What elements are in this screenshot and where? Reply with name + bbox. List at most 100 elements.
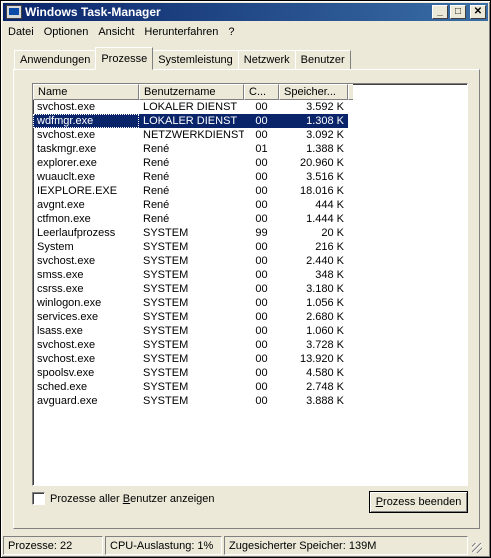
- process-name: explorer.exe: [37, 157, 97, 169]
- process-memory: 1.388 K: [306, 143, 344, 155]
- process-cpu: 00: [255, 311, 268, 323]
- process-cpu: 00: [255, 367, 268, 379]
- process-row[interactable]: services.exe SYSTEM 00 2.680 K: [33, 310, 467, 324]
- menu-help[interactable]: ?: [223, 26, 239, 38]
- status-cpu-usage: CPU-Auslastung: 1%: [105, 536, 222, 555]
- process-row[interactable]: smss.exe SYSTEM 00 348 K: [33, 268, 467, 282]
- column-header-cpu[interactable]: C...: [244, 84, 279, 100]
- tab-benutzer[interactable]: Benutzer: [294, 50, 351, 70]
- process-rows: svchost.exe LOKALER DIENST 00 3.592 Kwdfmgr…: [33, 100, 467, 408]
- process-row[interactable]: avguard.exe SYSTEM 00 3.888 K: [33, 394, 467, 408]
- process-name: spoolsv.exe: [37, 367, 95, 379]
- process-row[interactable]: avgnt.exe René 00 444 K: [33, 198, 467, 212]
- process-name: taskmgr.exe: [37, 143, 97, 155]
- menu-datei[interactable]: Datei: [3, 26, 39, 38]
- tab-netzwerk[interactable]: Netzwerk: [237, 50, 296, 70]
- end-process-button[interactable]: Prozess beenden: [369, 491, 468, 513]
- tab-systemleistung[interactable]: Systemleistung: [152, 50, 239, 70]
- process-cpu: 00: [255, 241, 268, 253]
- process-cpu: 00: [244, 114, 279, 128]
- process-name: smss.exe: [37, 269, 84, 281]
- window-title: Windows Task-Manager: [25, 5, 161, 19]
- show-all-users-label[interactable]: Prozesse aller Benutzer anzeigen: [50, 493, 215, 505]
- process-user: SYSTEM: [143, 283, 189, 295]
- process-cpu: 00: [255, 381, 268, 393]
- process-cpu: 00: [255, 157, 268, 169]
- process-list[interactable]: Name Benutzername C... Speicher... svcho…: [32, 83, 468, 486]
- process-name: svchost.exe: [37, 353, 96, 365]
- show-all-users-option[interactable]: Prozesse aller Benutzer anzeigen: [32, 492, 215, 505]
- process-user: SYSTEM: [143, 325, 189, 337]
- process-row[interactable]: taskmgr.exe René 01 1.388 K: [33, 142, 467, 156]
- process-row[interactable]: IEXPLORE.EXE René 00 18.016 K: [33, 184, 467, 198]
- process-name: svchost.exe: [37, 339, 96, 351]
- process-row[interactable]: winlogon.exe SYSTEM 00 1.056 K: [33, 296, 467, 310]
- processes-panel: Name Benutzername C... Speicher... svcho…: [13, 69, 480, 529]
- process-row[interactable]: lsass.exe SYSTEM 00 1.060 K: [33, 324, 467, 338]
- process-row[interactable]: wdfmgr.exe LOKALER DIENST 00 1.308 K: [33, 114, 467, 128]
- process-name: lsass.exe: [37, 325, 83, 337]
- menu-herunterfahren[interactable]: Herunterfahren: [139, 26, 223, 38]
- process-memory: 4.580 K: [306, 367, 344, 379]
- menu-ansicht[interactable]: Ansicht: [93, 26, 139, 38]
- process-user: SYSTEM: [143, 367, 189, 379]
- menu-optionen[interactable]: Optionen: [39, 26, 94, 38]
- process-memory: 3.092 K: [306, 129, 344, 141]
- process-user: NETZWERKDIENST: [143, 129, 244, 141]
- maximize-button[interactable]: □: [450, 5, 466, 19]
- process-user: René: [143, 143, 170, 155]
- process-user: SYSTEM: [143, 297, 189, 309]
- process-row[interactable]: svchost.exe LOKALER DIENST 00 3.592 K: [33, 100, 467, 114]
- process-memory: 20 K: [321, 227, 344, 239]
- process-row[interactable]: svchost.exe SYSTEM 00 3.728 K: [33, 338, 467, 352]
- process-memory: 1.060 K: [306, 325, 344, 337]
- minimize-button[interactable]: _: [432, 5, 448, 19]
- process-user: SYSTEM: [143, 255, 189, 267]
- process-row[interactable]: wuauclt.exe René 00 3.516 K: [33, 170, 467, 184]
- column-header-name[interactable]: Name: [33, 84, 139, 100]
- process-row[interactable]: svchost.exe SYSTEM 00 2.440 K: [33, 254, 467, 268]
- process-row[interactable]: Leerlaufprozess SYSTEM 99 20 K: [33, 226, 467, 240]
- process-memory: 3.728 K: [306, 339, 344, 351]
- close-button[interactable]: ✕: [470, 5, 486, 19]
- column-header-username[interactable]: Benutzername: [139, 84, 244, 100]
- process-memory: 13.920 K: [299, 353, 344, 365]
- process-cpu: 00: [255, 269, 268, 281]
- process-name: svchost.exe: [37, 255, 96, 267]
- process-memory: 2.680 K: [306, 311, 344, 323]
- process-memory: 1.056 K: [306, 297, 344, 309]
- process-row[interactable]: svchost.exe SYSTEM 00 13.920 K: [33, 352, 467, 366]
- status-process-count: Prozesse: 22: [3, 536, 103, 555]
- process-cpu: 00: [255, 395, 268, 407]
- tab-prozesse[interactable]: Prozesse: [95, 47, 154, 70]
- process-row[interactable]: svchost.exe NETZWERKDIENST 00 3.092 K: [33, 128, 467, 142]
- process-name: IEXPLORE.EXE: [37, 185, 118, 197]
- process-row[interactable]: spoolsv.exe SYSTEM 00 4.580 K: [33, 366, 467, 380]
- title-bar[interactable]: Windows Task-Manager _ □ ✕: [3, 3, 488, 21]
- process-name: winlogon.exe: [37, 297, 102, 309]
- process-row[interactable]: explorer.exe René 00 20.960 K: [33, 156, 467, 170]
- process-cpu: 00: [255, 129, 268, 141]
- tab-anwendungen[interactable]: Anwendungen: [14, 50, 97, 70]
- process-cpu: 01: [255, 143, 268, 155]
- process-name: avguard.exe: [37, 395, 98, 407]
- process-row[interactable]: System SYSTEM 00 216 K: [33, 240, 467, 254]
- process-memory: 3.180 K: [306, 283, 344, 295]
- process-row[interactable]: ctfmon.exe René 00 1.444 K: [33, 212, 467, 226]
- process-cpu: 00: [255, 171, 268, 183]
- task-manager-app-icon[interactable]: [6, 5, 22, 19]
- process-cpu: 99: [255, 227, 268, 239]
- process-row[interactable]: csrss.exe SYSTEM 00 3.180 K: [33, 282, 467, 296]
- show-all-users-checkbox[interactable]: [32, 492, 45, 505]
- process-memory: 1.308 K: [279, 114, 348, 128]
- resize-grip[interactable]: [468, 536, 484, 555]
- process-cpu: 00: [255, 297, 268, 309]
- process-user: SYSTEM: [143, 269, 189, 281]
- process-row[interactable]: sched.exe SYSTEM 00 2.748 K: [33, 380, 467, 394]
- process-user: LOKALER DIENST: [139, 114, 244, 128]
- process-name: services.exe: [37, 311, 99, 323]
- process-name: svchost.exe: [37, 129, 96, 141]
- process-name: csrss.exe: [37, 283, 84, 295]
- process-cpu: 00: [255, 283, 268, 295]
- column-header-memory[interactable]: Speicher...: [279, 84, 348, 100]
